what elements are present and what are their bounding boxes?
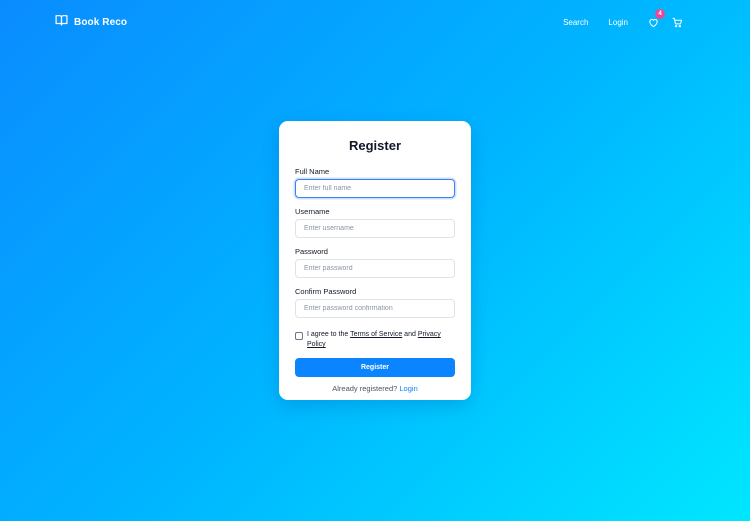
cart-button[interactable] [670, 15, 684, 29]
agree-and: and [404, 331, 416, 338]
register-card: Register Full Name Username Password Con… [279, 121, 471, 400]
register-title: Register [348, 138, 402, 153]
username-label: Username [295, 207, 330, 216]
agree-checkbox[interactable] [295, 332, 303, 340]
cart-icon [671, 17, 682, 27]
book-open-icon [55, 13, 68, 31]
confirm-password-label: Confirm Password [295, 287, 357, 296]
agree-prefix: I agree to the [307, 331, 349, 338]
nav-actions: Search Login 4 [563, 9, 684, 32]
brand-logo-link[interactable]: Book Reco [55, 14, 127, 30]
nav-login-link[interactable]: Login [608, 18, 628, 27]
nav-search-link[interactable]: Search [563, 18, 588, 27]
username-input[interactable] [295, 219, 455, 238]
top-nav: Book Reco Search Login 4 [0, 0, 750, 44]
login-link[interactable]: Login [399, 384, 417, 393]
wishlist-button[interactable]: 4 [646, 9, 665, 29]
full-name-input[interactable] [295, 179, 455, 198]
terms-of-service-link[interactable]: Terms of Service [350, 331, 402, 338]
already-registered-text: Already registered? [332, 384, 398, 393]
register-button[interactable]: Register [295, 358, 455, 377]
agree-text: I agree to the Terms of Service and Priv… [307, 330, 455, 350]
full-name-label: Full Name [295, 167, 330, 176]
already-registered-line: Already registered? Login [295, 384, 455, 393]
password-input[interactable] [295, 259, 455, 278]
confirm-password-input[interactable] [295, 299, 455, 318]
wishlist-count-badge: 4 [655, 9, 665, 19]
brand-name: Book Reco [74, 16, 128, 28]
password-label: Password [295, 247, 328, 256]
agree-terms-row: I agree to the Terms of Service and Priv… [295, 330, 455, 350]
